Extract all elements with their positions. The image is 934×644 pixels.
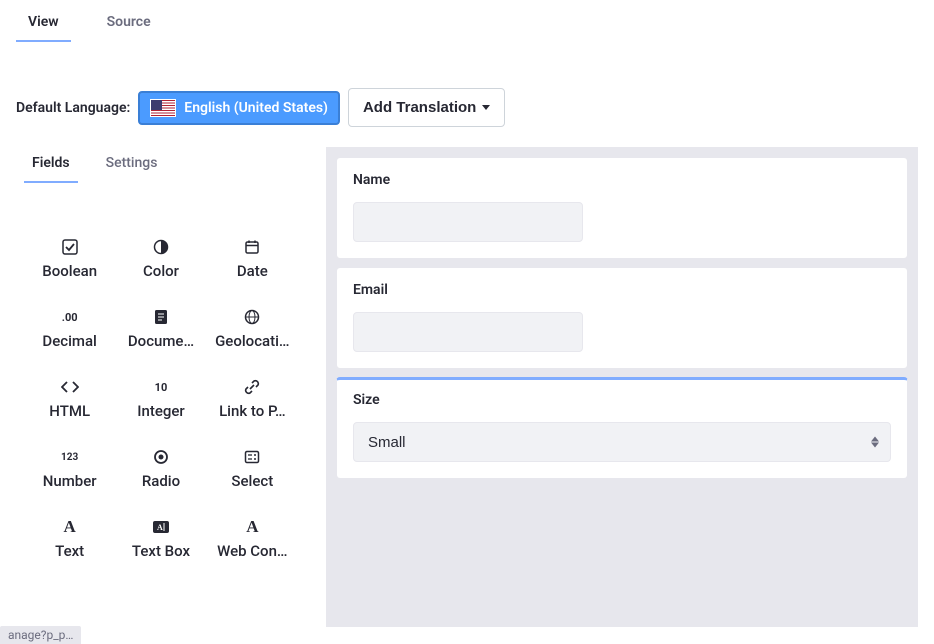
web-content-icon: A: [243, 518, 261, 536]
field-type-label: Geolocati…: [215, 332, 289, 350]
form-canvas: Name Email Size Small: [326, 147, 918, 627]
field-type-text-box[interactable]: A Text Box: [119, 518, 202, 560]
add-translation-label: Add Translation: [363, 99, 476, 116]
field-type-label: Date: [237, 262, 268, 280]
language-selector[interactable]: English (United States): [138, 91, 340, 125]
field-type-text[interactable]: A Text: [28, 518, 111, 560]
field-label: Name: [353, 172, 891, 188]
integer-icon: 10: [152, 378, 170, 396]
top-tabs: View Source: [0, 0, 934, 42]
field-type-document[interactable]: Docume…: [119, 308, 202, 350]
field-type-label: Decimal: [42, 332, 96, 350]
text-icon: A: [61, 518, 79, 536]
field-type-web-content[interactable]: A Web Con…: [211, 518, 294, 560]
field-type-label: Boolean: [42, 262, 97, 280]
svg-text:A: A: [157, 523, 163, 532]
status-bar-stub: anage?p_p…: [0, 626, 81, 644]
decimal-icon: .00: [61, 308, 79, 326]
size-select-wrap: Small: [353, 422, 891, 462]
checkbox-icon: [61, 238, 79, 256]
tab-view[interactable]: View: [16, 8, 71, 42]
field-type-boolean[interactable]: Boolean: [28, 238, 111, 280]
field-type-label: Docume…: [128, 332, 194, 350]
email-input[interactable]: [353, 312, 583, 352]
field-type-label: HTML: [49, 402, 90, 420]
number-icon: 123: [61, 448, 79, 466]
language-selected-text: English (United States): [184, 100, 328, 116]
document-icon: [152, 308, 170, 326]
link-icon: [243, 378, 261, 396]
field-type-label: Web Con…: [217, 542, 287, 560]
language-row: Default Language: English (United States…: [0, 42, 934, 147]
select-icon: [243, 448, 261, 466]
field-type-label: Radio: [142, 472, 180, 490]
field-type-label: Number: [43, 472, 97, 490]
field-type-geolocation[interactable]: Geolocati…: [211, 308, 294, 350]
field-type-label: Color: [143, 262, 179, 280]
field-type-number[interactable]: 123 Number: [28, 448, 111, 490]
main-area: Fields Settings Boolean Color Date: [0, 147, 934, 627]
field-type-radio[interactable]: Radio: [119, 448, 202, 490]
field-type-date[interactable]: Date: [211, 238, 294, 280]
field-type-label: Select: [231, 472, 273, 490]
contrast-icon: [152, 238, 170, 256]
field-label: Size: [353, 392, 891, 408]
form-field-name[interactable]: Name: [336, 157, 908, 259]
field-type-color[interactable]: Color: [119, 238, 202, 280]
field-type-select[interactable]: Select: [211, 448, 294, 490]
field-type-integer[interactable]: 10 Integer: [119, 378, 202, 420]
add-translation-button[interactable]: Add Translation: [348, 88, 505, 127]
field-type-label: Text: [55, 542, 84, 560]
caret-down-icon: [482, 105, 490, 110]
field-type-label: Integer: [137, 402, 184, 420]
size-select[interactable]: Small: [353, 422, 891, 462]
field-type-label: Text Box: [132, 542, 190, 560]
field-label: Email: [353, 282, 891, 298]
field-type-label: Link to P…: [219, 402, 286, 420]
sub-tabs: Fields Settings: [16, 147, 306, 183]
name-input[interactable]: [353, 202, 583, 242]
field-type-grid: Boolean Color Date .00 Decimal: [16, 183, 306, 560]
code-icon: [61, 378, 79, 396]
field-type-decimal[interactable]: .00 Decimal: [28, 308, 111, 350]
globe-icon: [243, 308, 261, 326]
field-type-html[interactable]: HTML: [28, 378, 111, 420]
calendar-icon: [243, 238, 261, 256]
field-type-link-to-page[interactable]: Link to P…: [211, 378, 294, 420]
tab-settings[interactable]: Settings: [98, 147, 166, 183]
form-field-size[interactable]: Size Small: [336, 377, 908, 479]
tab-fields[interactable]: Fields: [24, 147, 78, 183]
us-flag-icon: [150, 99, 176, 117]
radio-icon: [152, 448, 170, 466]
tab-source[interactable]: Source: [95, 8, 163, 42]
form-field-email[interactable]: Email: [336, 267, 908, 369]
text-box-icon: A: [152, 518, 170, 536]
default-language-label: Default Language:: [16, 100, 130, 116]
left-panel: Fields Settings Boolean Color Date: [16, 147, 306, 627]
